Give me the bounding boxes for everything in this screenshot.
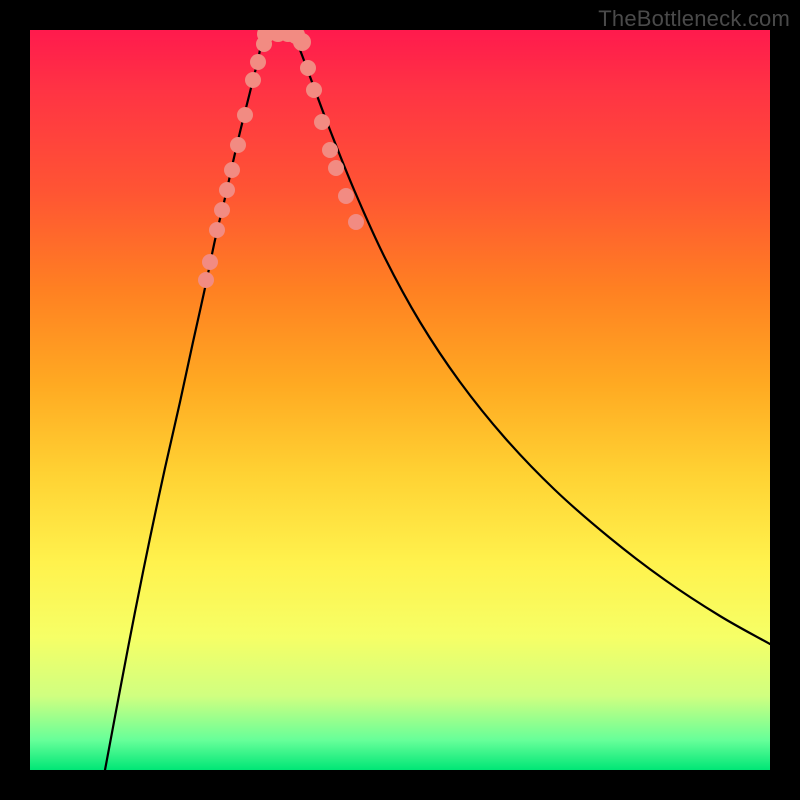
data-marker bbox=[306, 82, 322, 98]
data-marker bbox=[300, 60, 316, 76]
chart-frame: TheBottleneck.com bbox=[0, 0, 800, 800]
data-marker bbox=[202, 254, 218, 270]
plot-area bbox=[30, 30, 770, 770]
data-marker bbox=[245, 72, 261, 88]
data-marker bbox=[224, 162, 240, 178]
data-marker bbox=[230, 137, 246, 153]
data-marker bbox=[198, 272, 214, 288]
data-marker bbox=[214, 202, 230, 218]
plot-svg bbox=[30, 30, 770, 770]
watermark-text: TheBottleneck.com bbox=[598, 6, 790, 32]
data-marker bbox=[338, 188, 354, 204]
data-marker bbox=[348, 214, 364, 230]
data-marker bbox=[322, 142, 338, 158]
data-marker bbox=[237, 107, 253, 123]
data-marker bbox=[250, 54, 266, 70]
data-marker bbox=[209, 222, 225, 238]
data-marker bbox=[293, 33, 311, 51]
data-marker bbox=[219, 182, 235, 198]
curve-right-curve bbox=[292, 32, 770, 644]
data-marker bbox=[328, 160, 344, 176]
data-marker bbox=[314, 114, 330, 130]
